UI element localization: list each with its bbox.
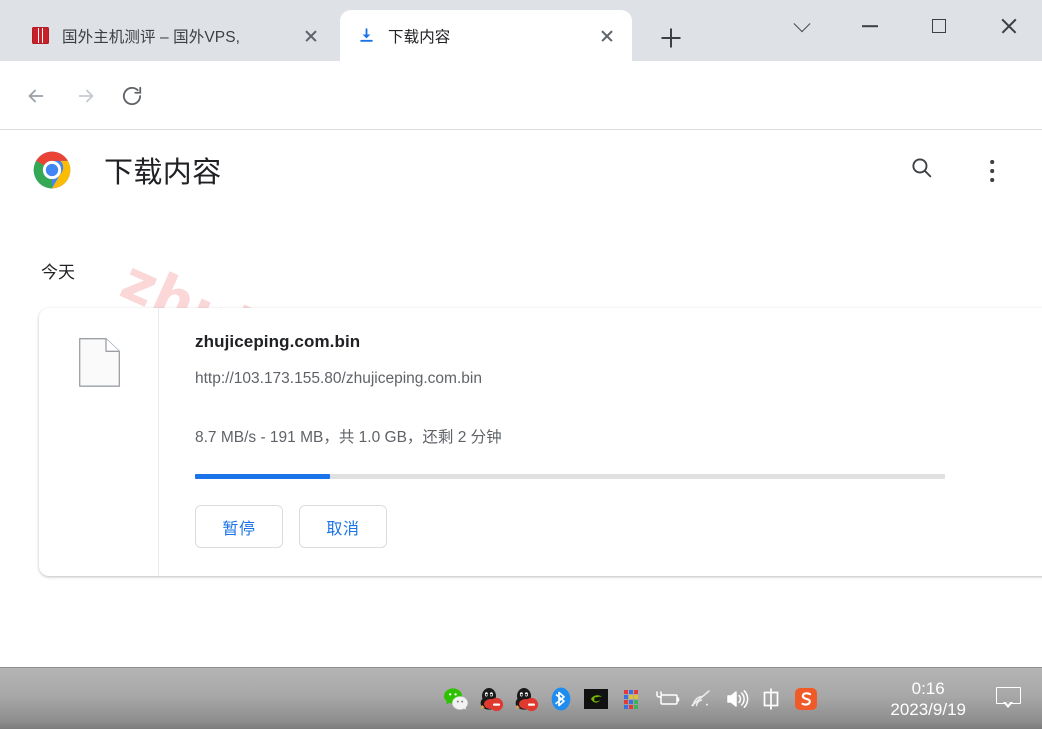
download-favicon — [357, 27, 375, 45]
qq-muted-icon[interactable] — [478, 686, 504, 712]
wifi-icon[interactable] — [688, 686, 714, 712]
back-arrow-icon — [28, 89, 44, 103]
downloads-header: 下载内容 — [0, 130, 1042, 212]
download-actions: 暂停 取消 — [195, 505, 387, 548]
clock-date: 2023/9/19 — [890, 700, 966, 719]
screen: 国外主机测评 – 国外VPS, 下载内容 下载内容 今天 zhujiceping… — [0, 0, 1042, 729]
pause-button[interactable]: 暂停 — [195, 505, 283, 548]
download-progress-bar — [195, 474, 945, 479]
forward-button[interactable] — [67, 77, 105, 115]
battery-charging-icon[interactable] — [653, 686, 680, 712]
notification-balloon-icon[interactable] — [996, 687, 1022, 709]
maximize-icon — [932, 19, 946, 33]
download-source-url: http://103.173.155.80/zhujiceping.com.bi… — [195, 370, 482, 387]
windows-taskbar: 0:16 2023/9/19 — [0, 667, 1042, 729]
download-item-card[interactable]: zhujiceping.com.bin http://103.173.155.8… — [39, 308, 1042, 576]
tab-title: 下载内容 — [388, 28, 451, 46]
reload-icon — [122, 86, 142, 106]
search-icon[interactable] — [909, 155, 941, 187]
downloads-menu-button[interactable] — [976, 155, 1008, 187]
tab-strip: 国外主机测评 – 国外VPS, 下载内容 — [0, 0, 1042, 61]
clock-time: 0:16 — [911, 678, 945, 698]
download-status-text: 8.7 MB/s - 191 MB，共 1.0 GB，还剩 2 分钟 — [195, 429, 502, 446]
color-grid-icon[interactable] — [618, 686, 644, 712]
window-close-button[interactable] — [986, 8, 1032, 44]
browser-toolbar: Chrome chrome://downloads — [0, 61, 1042, 177]
forward-arrow-icon — [78, 89, 94, 103]
tab-search-button[interactable] — [779, 8, 825, 44]
tab-downloads[interactable]: 下载内容 — [340, 10, 632, 61]
chrome-browser-window: 国外主机测评 – 国外VPS, 下载内容 下载内容 今天 zhujiceping… — [0, 0, 1042, 667]
maximize-button[interactable] — [916, 8, 962, 44]
new-tab-button[interactable] — [654, 21, 688, 55]
downloads-section-heading: 今天 — [41, 263, 75, 282]
bluetooth-icon[interactable] — [548, 686, 574, 712]
back-button[interactable] — [17, 77, 55, 115]
system-tray — [443, 668, 819, 729]
nvidia-icon[interactable] — [583, 686, 609, 712]
downloads-page: 下载内容 zhujiceping.com 今天 — [0, 130, 1042, 667]
sogou-input-icon[interactable] — [793, 686, 819, 712]
three-dot-menu-icon — [990, 160, 994, 164]
site-favicon-red — [31, 27, 49, 45]
minimize-button[interactable] — [847, 8, 893, 44]
taskbar-clock[interactable]: 0:16 2023/9/19 — [890, 668, 966, 729]
volume-icon[interactable] — [723, 686, 749, 712]
minimize-icon — [862, 25, 878, 27]
generic-file-icon — [79, 338, 120, 387]
download-progress-fill — [195, 474, 330, 479]
tab-close-icon[interactable] — [594, 23, 620, 49]
card-divider — [158, 308, 159, 576]
tab-title: 国外主机测评 – 国外VPS, — [62, 28, 241, 46]
tab-site-review[interactable]: 国外主机测评 – 国外VPS, — [14, 10, 336, 61]
ime-chinese-icon[interactable] — [758, 686, 784, 712]
cancel-button[interactable]: 取消 — [299, 505, 387, 548]
wechat-icon[interactable] — [443, 686, 469, 712]
page-title: 下载内容 — [104, 157, 222, 189]
download-filename[interactable]: zhujiceping.com.bin — [195, 332, 360, 352]
chevron-down-icon — [793, 14, 811, 32]
chrome-logo-icon — [32, 150, 72, 190]
reload-button[interactable] — [113, 77, 151, 115]
tab-close-icon[interactable] — [298, 23, 324, 49]
close-icon — [986, 8, 1032, 44]
qq-muted-icon-2[interactable] — [513, 686, 539, 712]
